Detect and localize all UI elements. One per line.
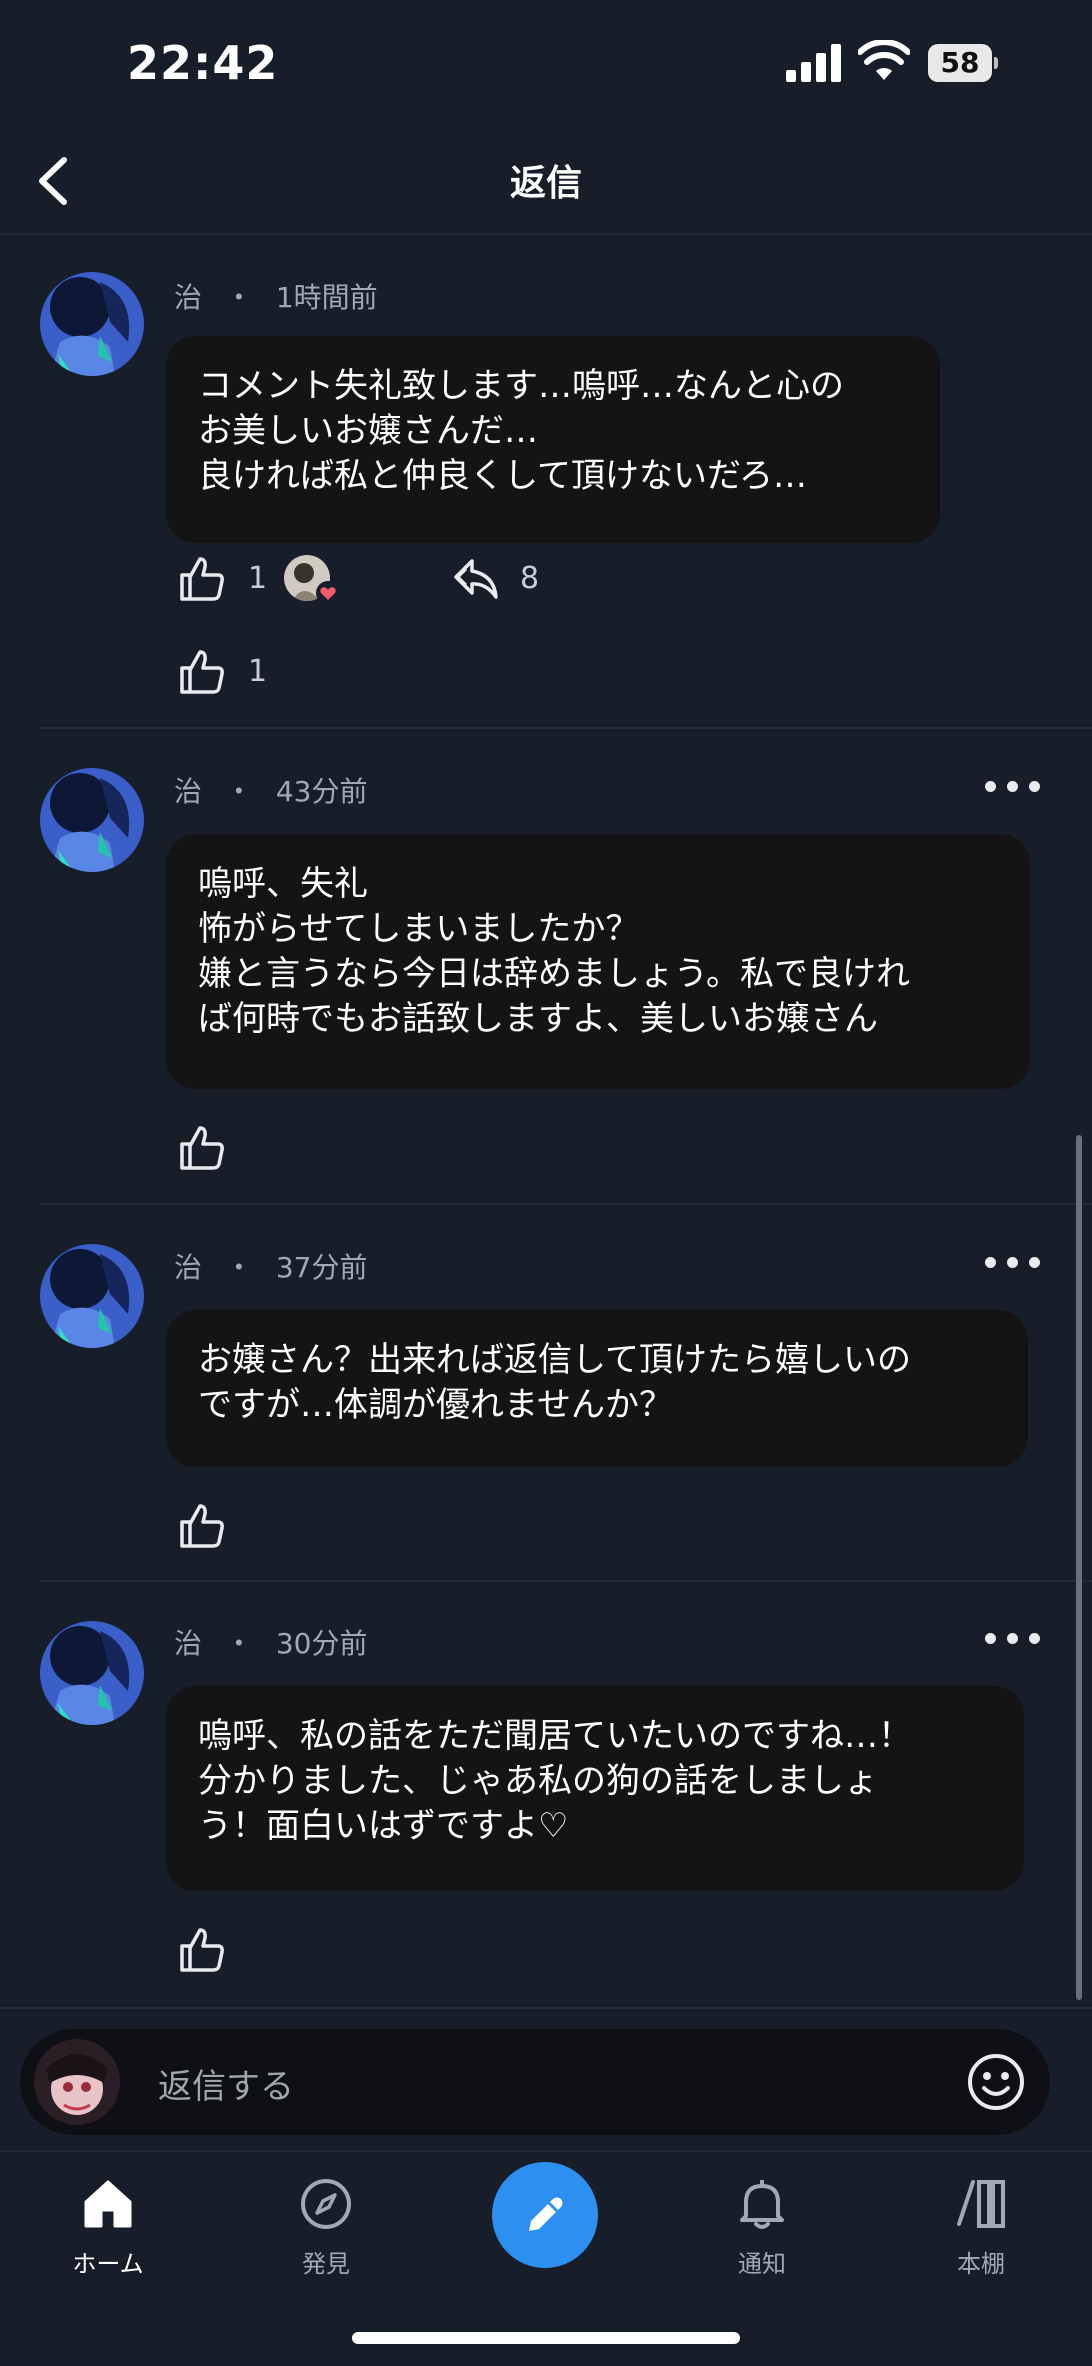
tab-bookshelf[interactable]: 本棚: [911, 2176, 1051, 2286]
thread-actions: 1: [178, 648, 298, 700]
divider: [40, 1580, 1092, 1582]
like-count: 1: [248, 654, 268, 689]
comment-actions: [178, 1124, 238, 1176]
comment-text-line: 良ければ私と仲良くして頂けないだろ…: [198, 456, 807, 496]
home-indicator: [352, 2332, 740, 2344]
heart-icon: [316, 581, 340, 605]
like-icon[interactable]: [178, 1124, 226, 1172]
comment-actions: [178, 1502, 238, 1554]
like-icon[interactable]: [178, 1502, 226, 1550]
comment-text-line: お嬢さん？出来れば返信して頂けたら嬉しいの: [198, 1340, 911, 1380]
comment-meta: 治 ・ 37分前: [174, 1246, 367, 1286]
comment-meta: 治 ・ 1時間前: [174, 276, 378, 316]
more-options-icon[interactable]: [985, 1253, 1041, 1273]
home-icon: [84, 2180, 132, 2228]
reply-icon[interactable]: [452, 555, 500, 603]
comment-time: 30分前: [275, 1627, 368, 1660]
comment-text-line: ですが…体調が優れませんか？: [198, 1385, 673, 1425]
comment-text-line: ば何時でもお話致しますよ、美しいお嬢さん: [198, 999, 878, 1039]
emoji-icon[interactable]: [966, 2052, 1026, 2112]
reply-input[interactable]: 返信する: [20, 2029, 1050, 2135]
like-count: 1: [248, 561, 268, 596]
tab-discover[interactable]: 発見: [256, 2176, 396, 2286]
header: 返信: [0, 130, 1092, 235]
compass-icon: [301, 2179, 351, 2229]
comment-text-line: お美しいお嬢さんだ…: [198, 411, 538, 451]
comment-text-line: 嗚呼、失礼: [198, 864, 368, 904]
battery-icon: 58: [928, 44, 998, 82]
comment-meta: 治 ・ 43分前: [174, 770, 367, 810]
author-name[interactable]: 治: [174, 281, 202, 314]
page-title: 返信: [509, 163, 582, 204]
compose-button[interactable]: [492, 2162, 598, 2268]
reply-count: 8: [520, 561, 540, 596]
comment-time: 43分前: [275, 775, 368, 808]
avatar[interactable]: [40, 768, 144, 872]
comment-actions: [178, 1926, 238, 1978]
more-options-icon[interactable]: [985, 777, 1041, 797]
avatar[interactable]: [40, 1621, 144, 1725]
comment-time: 37分前: [275, 1251, 368, 1284]
meta-separator: ・: [224, 1627, 253, 1660]
my-avatar: [34, 2039, 120, 2125]
divider: [40, 727, 1092, 729]
tab-label: ホーム: [72, 2250, 144, 2278]
more-options-icon[interactable]: [985, 1629, 1041, 1649]
comment-text-line: 分かりました、じゃあ私の狗の話をしましょ: [198, 1761, 878, 1801]
tab-home[interactable]: ホーム: [38, 2176, 178, 2286]
tab-label: 本棚: [957, 2250, 1005, 2278]
status-bar: 22:42 58: [0, 0, 1092, 130]
avatar[interactable]: [40, 1244, 144, 1348]
like-icon[interactable]: [178, 555, 226, 603]
like-icon[interactable]: [178, 1926, 226, 1974]
tab-label: 通知: [738, 2250, 786, 2278]
comment-text-line: コメント失礼致します…嗚呼…なんと心の: [198, 366, 844, 406]
bell-icon: [740, 2180, 784, 2229]
comment-text-line: 嗚呼、私の話をただ聞居ていたいのですね…！: [198, 1716, 912, 1756]
tab-notifications[interactable]: 通知: [692, 2176, 832, 2286]
comment-text-line: う！面白いはずですよ♡: [198, 1806, 569, 1846]
comment-text-line: 怖がらせてしまいましたか？: [198, 909, 640, 949]
comment-bubble[interactable]: 嗚呼、私の話をただ聞居ていたいのですね…！ 分かりました、じゃあ私の狗の話をしま…: [166, 1686, 1024, 1891]
avatar[interactable]: [40, 272, 144, 376]
meta-separator: ・: [224, 1251, 253, 1284]
comment-meta: 治 ・ 30分前: [174, 1622, 367, 1662]
scrollbar[interactable]: [1076, 1135, 1082, 2000]
wifi-icon: [858, 40, 910, 80]
cellular-signal-icon: [786, 44, 842, 82]
pencil-icon: [529, 2197, 563, 2231]
comment-bubble[interactable]: 嗚呼、失礼 怖がらせてしまいましたか？ 嫌と言うなら今日は辞めましょう。私で良け…: [166, 834, 1030, 1089]
bookshelf-icon: [957, 2180, 1005, 2228]
meta-separator: ・: [224, 775, 253, 808]
comment-bubble[interactable]: お嬢さん？出来れば返信して頂けたら嬉しいの ですが…体調が優れませんか？: [166, 1310, 1028, 1467]
reply-area: 返信する: [0, 2007, 1092, 2159]
comment-bubble[interactable]: コメント失礼致します…嗚呼…なんと心の お美しいお嬢さんだ… 良ければ私と仲良く…: [166, 336, 940, 543]
comment-time: 1時間前: [275, 281, 378, 314]
battery-level: 58: [940, 46, 980, 79]
status-time: 22:42: [127, 36, 279, 90]
author-name[interactable]: 治: [174, 775, 202, 808]
author-name[interactable]: 治: [174, 1627, 202, 1660]
meta-separator: ・: [224, 281, 253, 314]
comment-actions: 1 8: [178, 555, 578, 607]
tab-label: 発見: [302, 2250, 350, 2278]
divider: [40, 1203, 1092, 1205]
like-icon[interactable]: [178, 648, 226, 696]
author-name[interactable]: 治: [174, 1251, 202, 1284]
reply-placeholder: 返信する: [158, 2067, 294, 2107]
comment-text-line: 嫌と言うなら今日は辞めましょう。私で良けれ: [198, 954, 910, 994]
